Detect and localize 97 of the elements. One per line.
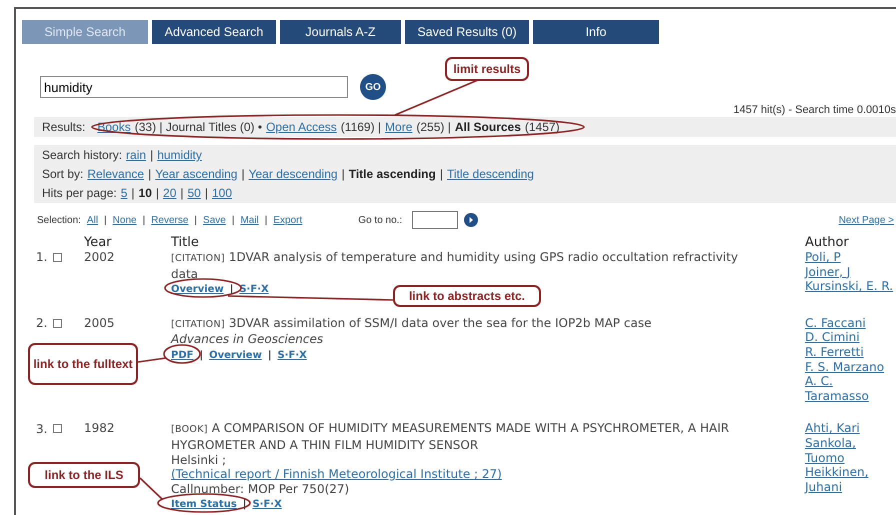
column-header: Year	[84, 234, 113, 250]
author-link[interactable]: D. Cimini	[805, 330, 896, 345]
separator-text: |	[150, 148, 154, 162]
row-number: 1.	[36, 250, 48, 265]
separator-text: |	[232, 214, 234, 226]
callout-note: link to the fulltext	[28, 343, 138, 385]
year-cell: 2002	[84, 250, 115, 264]
option-link[interactable]: 5	[120, 186, 128, 200]
filter-link[interactable]: More	[385, 120, 412, 134]
nav-tab[interactable]: Saved Results (0)	[405, 20, 529, 44]
record-link[interactable]: Overview	[209, 348, 262, 364]
record-link[interactable]: Overview	[171, 283, 224, 298]
author-link[interactable]: Joiner, J	[805, 264, 896, 280]
selection-link[interactable]: None	[112, 214, 137, 226]
option-link[interactable]: Relevance	[87, 167, 144, 181]
option-link[interactable]: 20	[163, 186, 176, 200]
selection-label: Selection:	[37, 214, 81, 226]
year-cell: 2005	[84, 316, 115, 330]
separator-text: |	[180, 186, 184, 200]
callout-note: link to abstracts etc.	[393, 285, 541, 307]
option-link[interactable]: 100	[212, 186, 232, 200]
option-link[interactable]: Title descending	[446, 167, 534, 181]
filter-count: (255) |	[416, 120, 451, 134]
callout-note: link to the ILS	[28, 462, 140, 488]
separator-text: |	[268, 348, 272, 363]
row-number: 2.	[36, 316, 48, 331]
option-label: Title ascending	[348, 167, 436, 181]
selection-link[interactable]: Mail	[240, 214, 259, 226]
author-link[interactable]: A. C. Taramasso	[805, 374, 896, 404]
option-link[interactable]: 50	[188, 186, 201, 200]
column-header: Author	[805, 234, 850, 250]
filter-count: (1169) |	[340, 120, 382, 134]
selection-link[interactable]: Save	[203, 214, 226, 226]
separator-text: |	[199, 348, 204, 363]
record-link[interactable]: Item Status	[171, 498, 237, 513]
author-link[interactable]: Poli, P	[805, 250, 896, 265]
option-link[interactable]: Year descending	[248, 167, 338, 181]
separator-text: |	[142, 214, 146, 226]
record-source: Advances in Geosciences	[171, 332, 324, 347]
nav-tab[interactable]: Journals A-Z	[280, 20, 401, 44]
separator-text: |	[156, 186, 160, 200]
series-link[interactable]: (Technical report / Finnish Meteorological Institute ; 27)	[171, 467, 502, 482]
nav-tab[interactable]: Info	[533, 20, 659, 44]
record-link[interactable]: S·F·X	[277, 348, 307, 364]
goto-field[interactable]	[412, 211, 458, 229]
separator-text: |	[131, 186, 135, 200]
record-link[interactable]: S·F·X	[239, 283, 269, 298]
history-link[interactable]: humidity	[157, 148, 202, 162]
record-title: [CITATION] 3DVAR assimilation of SSM/I data over the sea for the IOP2b MAP case	[171, 316, 652, 332]
goto-label: Go to no.:	[358, 214, 402, 226]
record-title: [CITATION] 1DVAR analysis of temperature and humidity using GPS radio occultation refractivity data	[171, 250, 739, 282]
separator-text: |	[342, 167, 345, 181]
author-link[interactable]: Ahti, Kari	[805, 421, 896, 436]
record-link[interactable]: S·F·X	[252, 498, 282, 513]
sort-label: Sort by:	[42, 167, 84, 181]
next-page-link[interactable]: Next Page >	[838, 214, 894, 226]
year-cell: 1982	[84, 421, 115, 436]
history-label: Search history:	[42, 148, 122, 162]
row-checkbox[interactable]	[53, 253, 62, 262]
nav-tab[interactable]: Advanced Search	[152, 20, 276, 44]
filter-link[interactable]: Open Access	[266, 120, 337, 134]
separator-text: |	[148, 167, 152, 181]
call-number: Callnumber: MOP Per 750(27)	[171, 482, 350, 496]
author-link[interactable]: Kursinski, E. R.	[805, 279, 896, 294]
filter-count: (1457)	[524, 120, 560, 134]
selection-link[interactable]: Reverse	[151, 214, 188, 226]
author-link[interactable]: Heikkinen, Juhani	[805, 465, 896, 494]
row-checkbox[interactable]	[53, 318, 62, 328]
option-link[interactable]: Year ascending	[155, 167, 238, 181]
search-field[interactable]: humidity	[40, 76, 348, 98]
separator-text: |	[241, 167, 245, 181]
author-link[interactable]: C. Faccani	[805, 316, 896, 330]
callout-note: limit results	[445, 57, 529, 81]
active-filter: All Sources	[454, 120, 521, 134]
row-number: 3.	[36, 422, 48, 436]
author-link[interactable]: Sankola, Tuomo	[805, 436, 896, 466]
separator-text: |	[264, 214, 268, 226]
record-title: [BOOK] A COMPARISON OF HUMIDITY MEASUREMENTS MADE WITH A PSYCHROMETER, A HAIR HYGROMETER AND A THIN FILM HUMIDITY SENSOR	[171, 421, 730, 453]
filter-count: (33) | Journal Titles (0) •	[134, 120, 262, 134]
callout-pointer	[138, 344, 201, 364]
separator-text: |	[194, 214, 198, 226]
hits-info: 1457 hit(s) - Search time 0.0010s	[733, 104, 896, 116]
selection-link[interactable]: Export	[273, 214, 302, 226]
hits-per-page-label: Hits per page:	[42, 186, 117, 200]
separator-text: |	[440, 167, 443, 181]
option-label: 10	[138, 186, 152, 200]
record-place: Helsinki ;	[171, 452, 228, 468]
go-button[interactable]: GO	[360, 74, 386, 100]
results-label: Results:	[42, 120, 86, 134]
author-link[interactable]: F. S. Marzano	[805, 360, 896, 374]
row-checkbox[interactable]	[53, 424, 62, 434]
separator-text: |	[104, 214, 107, 226]
separator-text: |	[204, 186, 208, 200]
selection-link[interactable]: All	[86, 214, 98, 226]
column-header: Title	[171, 234, 200, 250]
author-link[interactable]: R. Ferretti	[805, 344, 896, 360]
history-link[interactable]: rain	[126, 148, 146, 162]
